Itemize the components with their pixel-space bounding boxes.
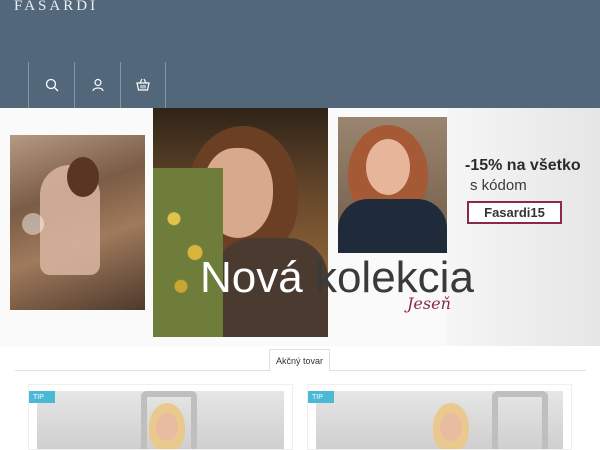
product-image[interactable] xyxy=(37,391,284,449)
cart-button[interactable] xyxy=(120,62,166,108)
model-body xyxy=(338,199,447,253)
model-hair xyxy=(67,157,99,197)
promo-code-box: Fasardi15 xyxy=(467,201,562,224)
promo-discount-text: -15% na všetko xyxy=(465,157,581,174)
header-icon-bar xyxy=(28,62,166,108)
tip-badge: TIP xyxy=(29,391,55,403)
account-button[interactable] xyxy=(74,62,120,108)
site-logo[interactable]: FASARDI xyxy=(14,0,98,15)
banner-background-image xyxy=(447,108,600,346)
tab-sale-products[interactable]: Akčný tovar xyxy=(269,349,330,371)
tip-badge: TIP xyxy=(308,391,334,403)
hero-banner[interactable]: -15% na všetko s kódom Fasardi15 Nová ko… xyxy=(0,108,600,346)
site-header: FASARDI xyxy=(0,0,600,108)
banner-photo-pier xyxy=(10,135,145,310)
product-card[interactable]: TIP xyxy=(307,384,572,450)
product-image[interactable] xyxy=(316,391,563,449)
basket-icon xyxy=(136,78,150,91)
product-card[interactable]: TIP xyxy=(28,384,293,450)
mirror-prop xyxy=(492,391,548,449)
model-face xyxy=(156,413,178,441)
search-button[interactable] xyxy=(28,62,74,108)
headline-word-1: Nová xyxy=(200,253,303,302)
model-face xyxy=(440,413,462,441)
banner-script-subtitle: Jeseň xyxy=(407,294,451,313)
model-face xyxy=(366,139,410,195)
promo-code-label: s kódom xyxy=(470,177,527,194)
user-icon xyxy=(91,78,104,92)
search-icon xyxy=(45,78,58,92)
slider-prev-arrow[interactable] xyxy=(22,213,44,235)
banner-photo-sweater xyxy=(338,117,447,253)
